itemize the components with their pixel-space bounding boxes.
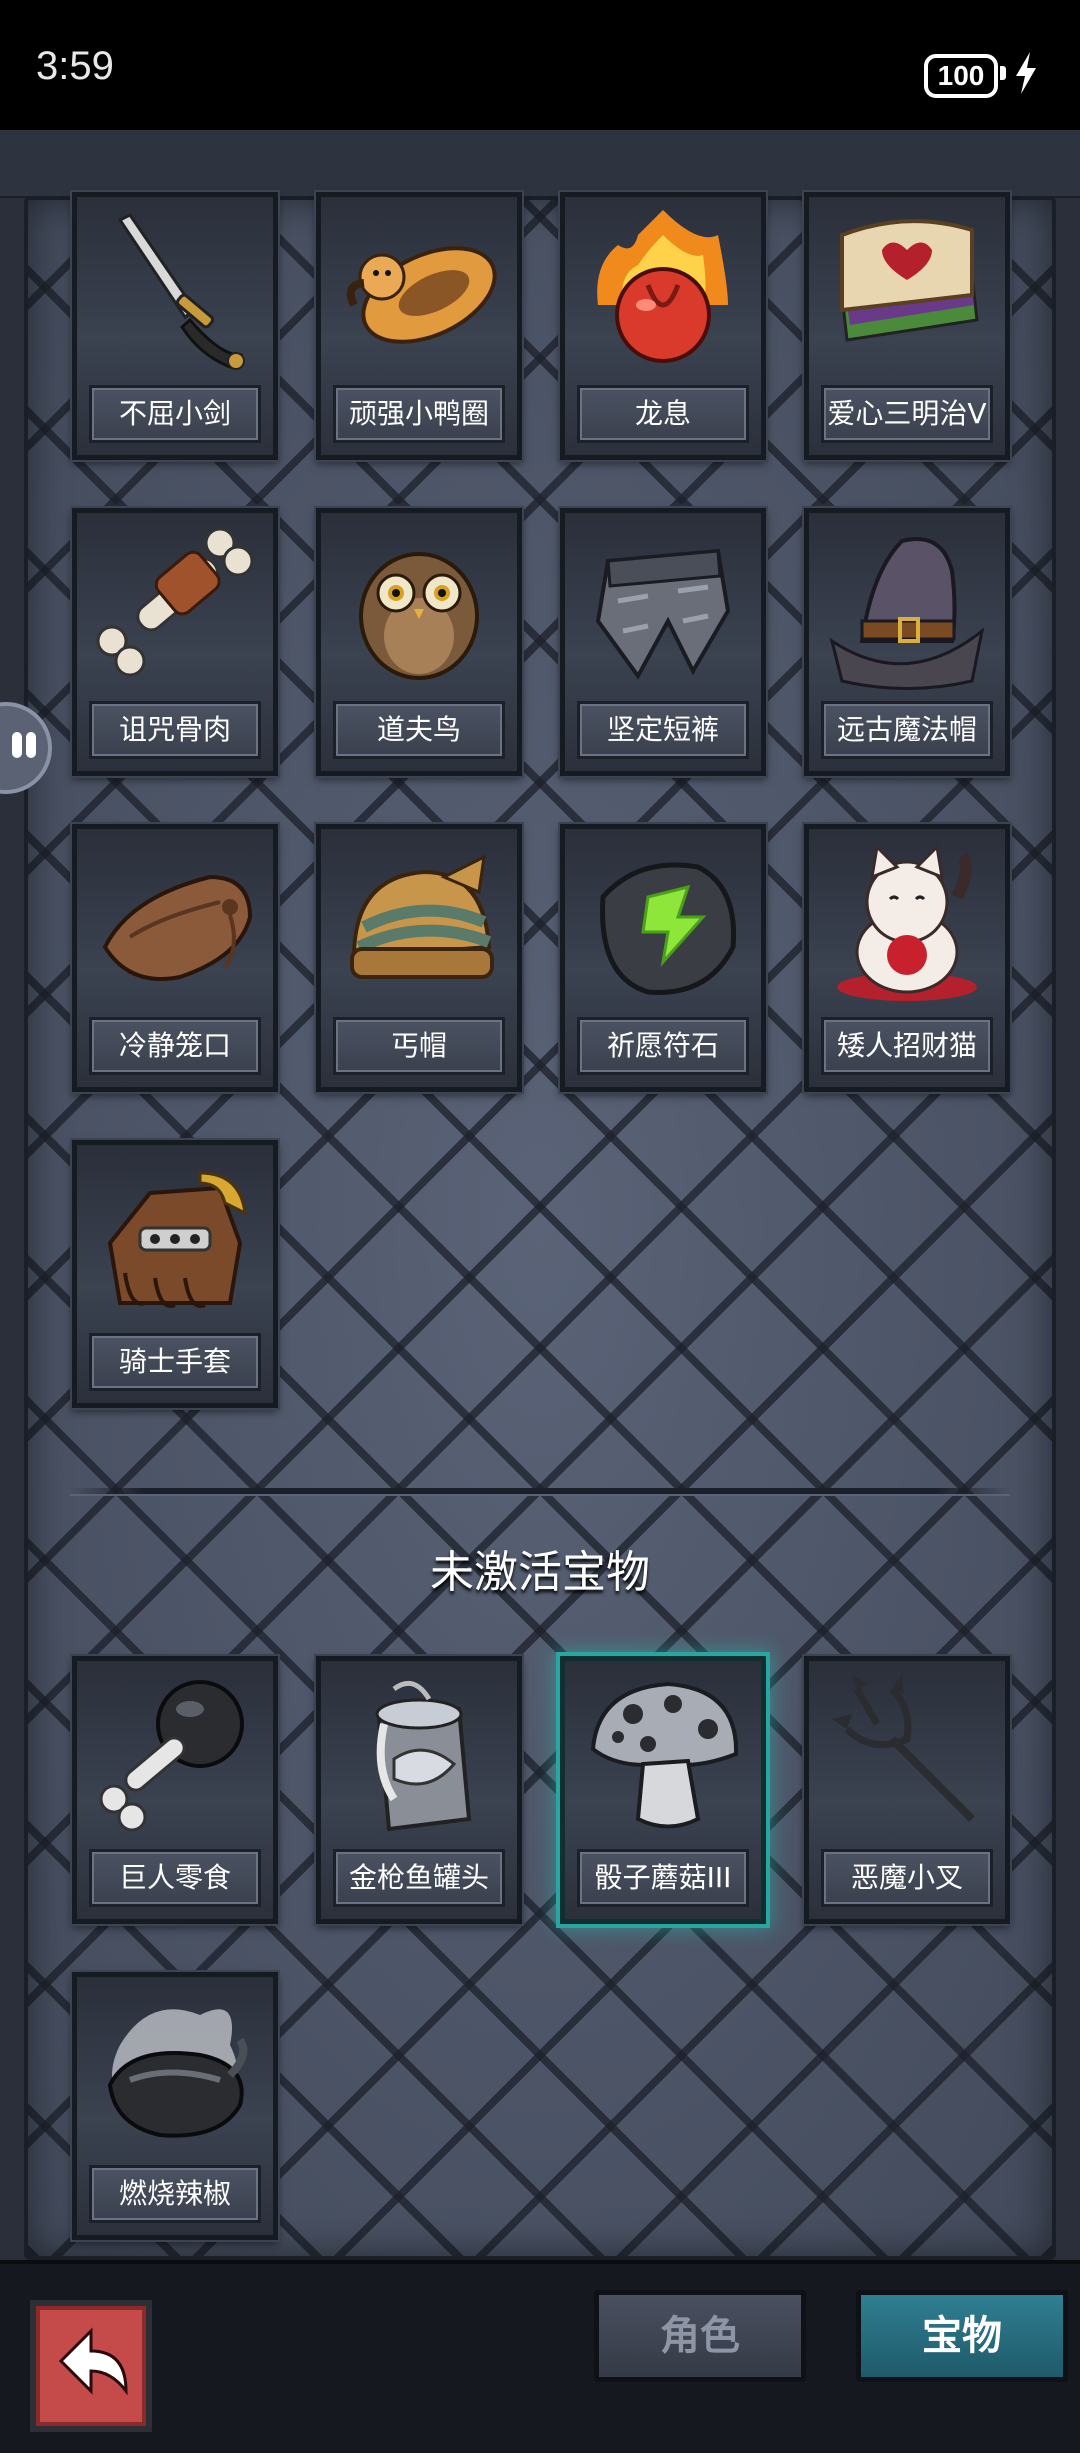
- item-card[interactable]: 矮人招财猫: [804, 824, 1010, 1092]
- item-label: 不屈小剑: [89, 385, 261, 443]
- item-label: 坚定短裤: [577, 701, 749, 759]
- tuna-can-icon: [375, 1680, 472, 1832]
- armor-shorts-icon: [595, 548, 731, 680]
- gauntlet-icon: [107, 1171, 247, 1308]
- item-label: 祈愿符石: [577, 1017, 749, 1075]
- item-card[interactable]: 诅咒骨肉: [72, 508, 278, 776]
- item-label: 恶魔小叉: [821, 1849, 993, 1907]
- item-card[interactable]: 远古魔法帽: [804, 508, 1010, 776]
- back-arrow-icon: [58, 2327, 128, 2396]
- wizard-hat-icon: [829, 537, 985, 690]
- item-label: 冷静笼口: [89, 1017, 261, 1075]
- item-label: 道夫鸟: [333, 701, 505, 759]
- item-card[interactable]: 冷静笼口: [72, 824, 278, 1092]
- inactive-section-title: 未激活宝物: [430, 1547, 650, 1598]
- item-label: 燃烧辣椒: [89, 2165, 261, 2223]
- lucky-cat-icon: [837, 843, 977, 1001]
- flaming-heart-icon: [597, 210, 728, 363]
- item-card[interactable]: 道夫鸟: [316, 508, 522, 776]
- battery-icon: 100: [924, 54, 998, 98]
- item-label: 诅咒骨肉: [89, 701, 261, 759]
- item-label: 顽强小鸭圈: [333, 385, 505, 443]
- item-card[interactable]: 骑士手套: [72, 1140, 278, 1408]
- section-divider: [70, 1488, 1010, 1494]
- rune-stone-icon: [600, 862, 737, 995]
- item-label: 骑士手套: [89, 1333, 261, 1391]
- item-label: 爱心三明治V: [821, 385, 993, 443]
- item-card[interactable]: 顽强小鸭圈: [316, 192, 522, 460]
- trident-icon: [832, 1674, 975, 1822]
- heart-sandwich-icon: [840, 219, 979, 342]
- item-card[interactable]: 坚定短裤: [560, 508, 766, 776]
- item-label: 骰子蘑菇III: [577, 1849, 749, 1907]
- item-card[interactable]: 燃烧辣椒: [72, 1972, 278, 2240]
- item-card[interactable]: 金枪鱼罐头: [316, 1656, 522, 1924]
- item-label: 矮人招财猫: [821, 1017, 993, 1075]
- charging-bolt-icon: [1016, 52, 1036, 94]
- item-card-selected[interactable]: 骰子蘑菇III: [560, 1656, 766, 1924]
- status-bar: 3:59 100: [0, 0, 1080, 130]
- item-label: 远古魔法帽: [821, 701, 993, 759]
- item-label: 金枪鱼罐头: [333, 1849, 505, 1907]
- item-card[interactable]: 祈愿符石: [560, 824, 766, 1092]
- battery-tip: [1000, 66, 1006, 80]
- bone-meat-icon: [96, 527, 254, 677]
- item-card[interactable]: 不屈小剑: [72, 192, 278, 460]
- beanie-icon: [350, 854, 494, 979]
- tab-treasure[interactable]: 宝物: [856, 2290, 1068, 2382]
- muzzle-icon: [102, 874, 253, 981]
- status-time: 3:59: [36, 44, 114, 88]
- item-card[interactable]: 恶魔小叉: [804, 1656, 1010, 1924]
- back-button[interactable]: [30, 2300, 152, 2432]
- tab-role[interactable]: 角色: [594, 2290, 806, 2382]
- burning-pepper-icon: [107, 2009, 248, 2138]
- item-card[interactable]: 丐帽: [316, 824, 522, 1092]
- dice-mushroom-icon: [590, 1681, 739, 1829]
- item-label: 巨人零食: [89, 1849, 261, 1907]
- sword-icon: [117, 213, 245, 370]
- item-card[interactable]: 爱心三明治V: [804, 192, 1010, 460]
- item-card[interactable]: 龙息: [560, 192, 766, 460]
- item-label: 丐帽: [333, 1017, 505, 1075]
- bone-club-icon: [99, 1680, 244, 1832]
- item-card[interactable]: 巨人零食: [72, 1656, 278, 1924]
- item-label: 龙息: [577, 385, 749, 443]
- top-frame: [0, 130, 1080, 198]
- owl-icon: [359, 552, 479, 680]
- duck-ring-icon: [346, 246, 497, 344]
